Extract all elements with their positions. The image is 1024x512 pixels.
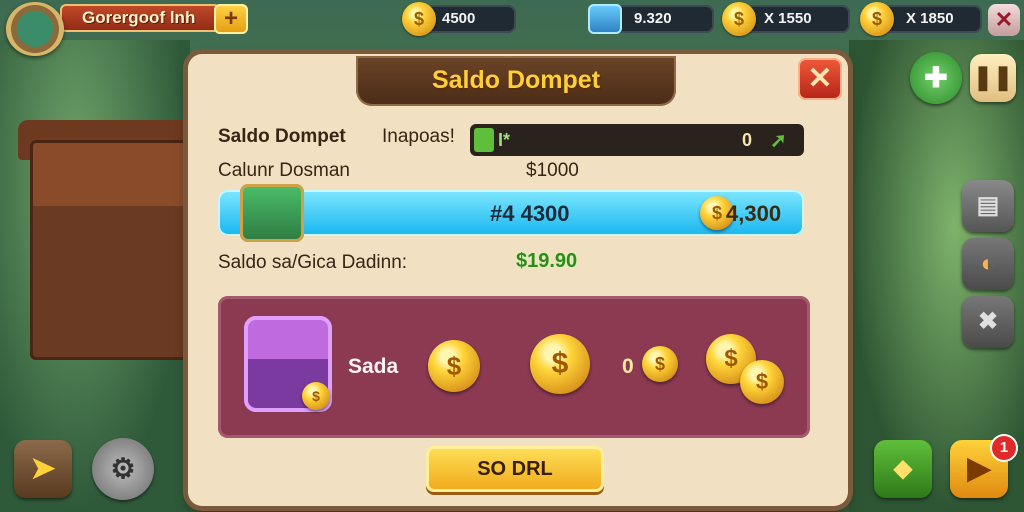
pause-button[interactable]: ❚❚ <box>970 54 1016 102</box>
coin-icon: $ <box>722 2 756 36</box>
coin-icon: $ <box>642 346 678 382</box>
inventory-icon[interactable]: ▤ <box>962 180 1014 232</box>
notification-badge: 1 <box>992 436 1016 460</box>
coins-value-2: X 1550 <box>764 10 812 27</box>
balance-value: #4 4300 <box>490 201 570 226</box>
coins-value: 4500 <box>442 10 476 27</box>
balance-right-value: 4,300 <box>726 201 782 226</box>
row2-label: Calunr Dosman <box>218 160 350 181</box>
coin-icon: $ <box>860 2 894 36</box>
reward-small-value: 0 <box>622 355 634 378</box>
add-button[interactable]: + <box>214 4 248 34</box>
hut-building <box>30 140 190 360</box>
player-name: Gorergoof lnh <box>82 8 196 27</box>
collect-button[interactable]: SO DRL <box>426 446 604 492</box>
navigate-arrow-icon[interactable]: ➤ <box>14 440 72 498</box>
arrow-up-icon: ➚ <box>770 130 787 152</box>
row1-sub: Inapoas! <box>382 126 455 147</box>
tools-icon[interactable]: ✖ <box>962 296 1014 348</box>
gems-value: 9.320 <box>634 10 672 27</box>
gem-chest-icon <box>588 4 622 34</box>
row1-label: Saldo Dompet <box>218 126 346 147</box>
row2-value: $1000 <box>526 160 579 181</box>
progress-fill <box>474 128 494 152</box>
progress-right-value: 0 <box>742 130 753 150</box>
gamepad-icon[interactable]: ✚ <box>910 52 962 104</box>
coin-icon: $ <box>428 340 480 392</box>
coin-icon: $ <box>302 382 330 410</box>
row3-value: $19.90 <box>516 250 578 272</box>
coin-icon: $ <box>530 334 590 394</box>
potion-icon[interactable]: ◐ <box>962 238 1014 290</box>
dialog-close-button[interactable]: ✕ <box>798 58 842 100</box>
progress-left-text: I* <box>498 130 511 150</box>
dialog-title: Saldo Dompet <box>431 66 601 94</box>
reward-label: Sada <box>348 355 399 378</box>
row3-label: Saldo sa/Gica Dadinn: <box>218 252 408 273</box>
coin-icon: $ <box>402 2 436 36</box>
coin-icon: $ <box>740 360 784 404</box>
close-icon[interactable]: ✕ <box>988 4 1020 36</box>
player-avatar[interactable] <box>6 2 64 56</box>
coins-value-3: X 1850 <box>906 10 954 27</box>
map-icon[interactable]: ◆ <box>874 440 932 498</box>
wallet-dialog <box>188 54 848 506</box>
search-icon[interactable]: ⚙ <box>92 438 154 500</box>
treasure-chest-icon <box>240 184 304 242</box>
progress-bar <box>470 124 804 156</box>
